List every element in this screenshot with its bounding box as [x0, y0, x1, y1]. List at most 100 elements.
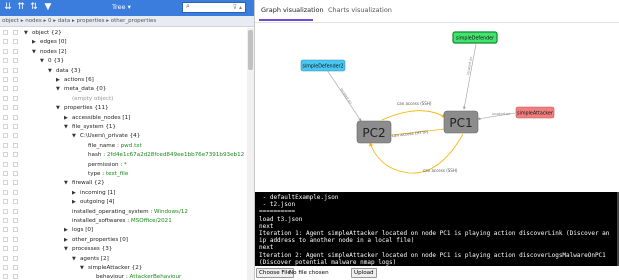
field-value[interactable]: pwd.txt — [121, 143, 142, 149]
field-value[interactable]: * — [124, 162, 127, 168]
drag-handle-icon[interactable] — [3, 142, 8, 148]
node-label-simple-attacker: simpleAttacker — [517, 111, 553, 117]
context-menu-icon[interactable] — [13, 161, 18, 167]
context-menu-icon[interactable] — [13, 265, 18, 270]
drag-handle-icon[interactable] — [3, 227, 8, 233]
node-label-simple-defender: simpleDefender — [456, 36, 494, 42]
context-menu-icon[interactable] — [13, 274, 18, 280]
field-key[interactable]: installed_softwares : — [72, 218, 131, 224]
editor-toolbar: ⇊ ⇈ ⇅ ▼ Tree ▾ ⌕ ⊽ ▴ — [0, 0, 254, 16]
breadcrumb[interactable]: object ▸ nodes ▸ 0 ▸ data ▸ properties ▸… — [0, 16, 254, 27]
visualization-panel: Graph visualization Charts visualization… — [255, 0, 619, 280]
drag-handle-icon[interactable] — [3, 208, 8, 214]
json-editor-panel: ⇊ ⇈ ⇅ ▼ Tree ▾ ⌕ ⊽ ▴ object ▸ nodes ▸ 0 … — [0, 0, 255, 280]
drag-handle-icon[interactable] — [3, 77, 8, 82]
drag-handle-icon[interactable] — [3, 133, 8, 139]
context-menu-icon[interactable] — [13, 199, 18, 205]
drag-handle-icon[interactable] — [3, 265, 8, 270]
context-menu-icon[interactable] — [13, 218, 18, 223]
drag-handle-icon[interactable] — [3, 161, 8, 167]
context-menu-icon[interactable] — [13, 114, 18, 120]
context-menu-icon[interactable] — [13, 236, 18, 242]
field-key[interactable]: installed_operating_system : — [72, 209, 154, 215]
context-menu-icon[interactable] — [13, 180, 18, 186]
edge-pc2-pc1-ssh[interactable] — [381, 110, 446, 121]
drag-handle-icon[interactable] — [3, 67, 8, 73]
drag-handle-icon[interactable] — [3, 199, 8, 205]
console-line: next — [259, 244, 274, 252]
drag-handle-icon[interactable] — [3, 105, 8, 111]
drag-handle-icon[interactable] — [3, 124, 8, 129]
collapse-all-icon[interactable]: ⇈ — [16, 2, 26, 13]
drag-handle-icon[interactable] — [3, 171, 8, 176]
drag-handle-icon[interactable] — [3, 48, 8, 54]
context-menu-icon[interactable] — [13, 105, 18, 111]
tab-charts-visualization[interactable]: Charts visualization — [328, 6, 392, 14]
upload-button[interactable]: Upload — [351, 268, 377, 278]
context-menu-icon[interactable] — [13, 208, 18, 214]
field-value[interactable]: Windows/12 — [154, 209, 188, 215]
field-value[interactable]: MSOffice/2021 — [131, 218, 172, 224]
drag-handle-icon[interactable] — [3, 180, 8, 186]
console-line: next — [259, 222, 274, 230]
context-menu-icon[interactable] — [13, 77, 18, 82]
field-key[interactable]: behaviour : — [96, 274, 130, 280]
context-menu-icon[interactable] — [13, 95, 18, 101]
context-menu-icon[interactable] — [13, 30, 18, 35]
context-menu-icon[interactable] — [13, 189, 18, 195]
drag-handle-icon[interactable] — [3, 95, 8, 101]
tree-scrollbar[interactable] — [247, 28, 254, 280]
drag-handle-icon[interactable] — [3, 246, 8, 252]
drag-handle-icon[interactable] — [3, 236, 8, 242]
tab-graph-visualization[interactable]: Graph visualization — [261, 6, 324, 14]
tree-row[interactable]: behaviour : AttackerBehaviour — [0, 272, 246, 280]
context-menu-icon[interactable] — [13, 48, 18, 54]
sort-icon[interactable]: ⇅ — [29, 2, 39, 13]
drag-handle-icon[interactable] — [3, 114, 8, 120]
drag-handle-icon[interactable] — [3, 30, 8, 35]
drag-handle-icon[interactable] — [3, 39, 8, 45]
context-menu-icon[interactable] — [13, 67, 18, 73]
expand-all-icon[interactable]: ⇊ — [3, 2, 13, 13]
context-menu-icon[interactable] — [13, 133, 18, 139]
field-key[interactable]: file_name : — [88, 143, 121, 149]
field-key[interactable]: type : — [88, 171, 106, 177]
node-label-pc1: PC1 — [449, 116, 472, 130]
context-menu-icon[interactable] — [13, 246, 18, 252]
node-label-simple-defender2: simpleDefender2 — [302, 64, 343, 70]
tab-bar: Graph visualization Charts visualization — [255, 0, 619, 23]
scroll-thumb[interactable] — [248, 30, 253, 70]
active-tab-indicator — [259, 19, 313, 21]
drag-handle-icon[interactable] — [3, 58, 8, 64]
output-console[interactable]: - defaultExample.json - t2.json =========… — [255, 192, 617, 266]
context-menu-icon[interactable] — [13, 142, 18, 148]
drag-handle-icon[interactable] — [3, 86, 8, 92]
drag-handle-icon[interactable] — [3, 152, 8, 158]
context-menu-icon[interactable] — [13, 152, 18, 158]
context-menu-icon[interactable] — [13, 227, 18, 233]
drag-handle-icon[interactable] — [3, 189, 8, 195]
edge-defender-pc1[interactable] — [462, 43, 477, 110]
drag-handle-icon[interactable] — [3, 255, 8, 261]
edge-label-ssh-bottom: can access (SSH) — [423, 168, 458, 173]
network-graph[interactable]: located on located on located on can acc… — [255, 23, 619, 191]
context-menu-icon[interactable] — [13, 171, 18, 176]
filter-icon[interactable]: ▼ — [43, 2, 53, 13]
field-value[interactable]: 2fd4e1c67a2d28fced849ee1bb76e7391b93eb12 — [107, 152, 244, 158]
search-nav-controls[interactable]: ⊽ ▴ — [233, 3, 242, 13]
field-key[interactable]: hash : — [88, 152, 107, 158]
field-value[interactable]: AttackerBehaviour — [130, 274, 182, 280]
field-key[interactable]: permission : — [88, 162, 124, 168]
context-menu-icon[interactable] — [13, 124, 18, 129]
context-menu-icon[interactable] — [13, 58, 18, 64]
drag-handle-icon[interactable] — [3, 218, 8, 223]
context-menu-icon[interactable] — [13, 86, 18, 92]
field-value[interactable]: text_file — [106, 171, 128, 177]
node-label-pc2: PC2 — [362, 126, 385, 140]
drag-handle-icon[interactable] — [3, 274, 8, 280]
mode-dropdown[interactable]: Tree ▾ — [112, 2, 131, 13]
context-menu-icon[interactable] — [13, 255, 18, 261]
context-menu-icon[interactable] — [13, 39, 18, 45]
search-box[interactable]: ⌕ ⊽ ▴ — [182, 2, 246, 13]
file-status-text: No file chosen — [289, 270, 329, 276]
